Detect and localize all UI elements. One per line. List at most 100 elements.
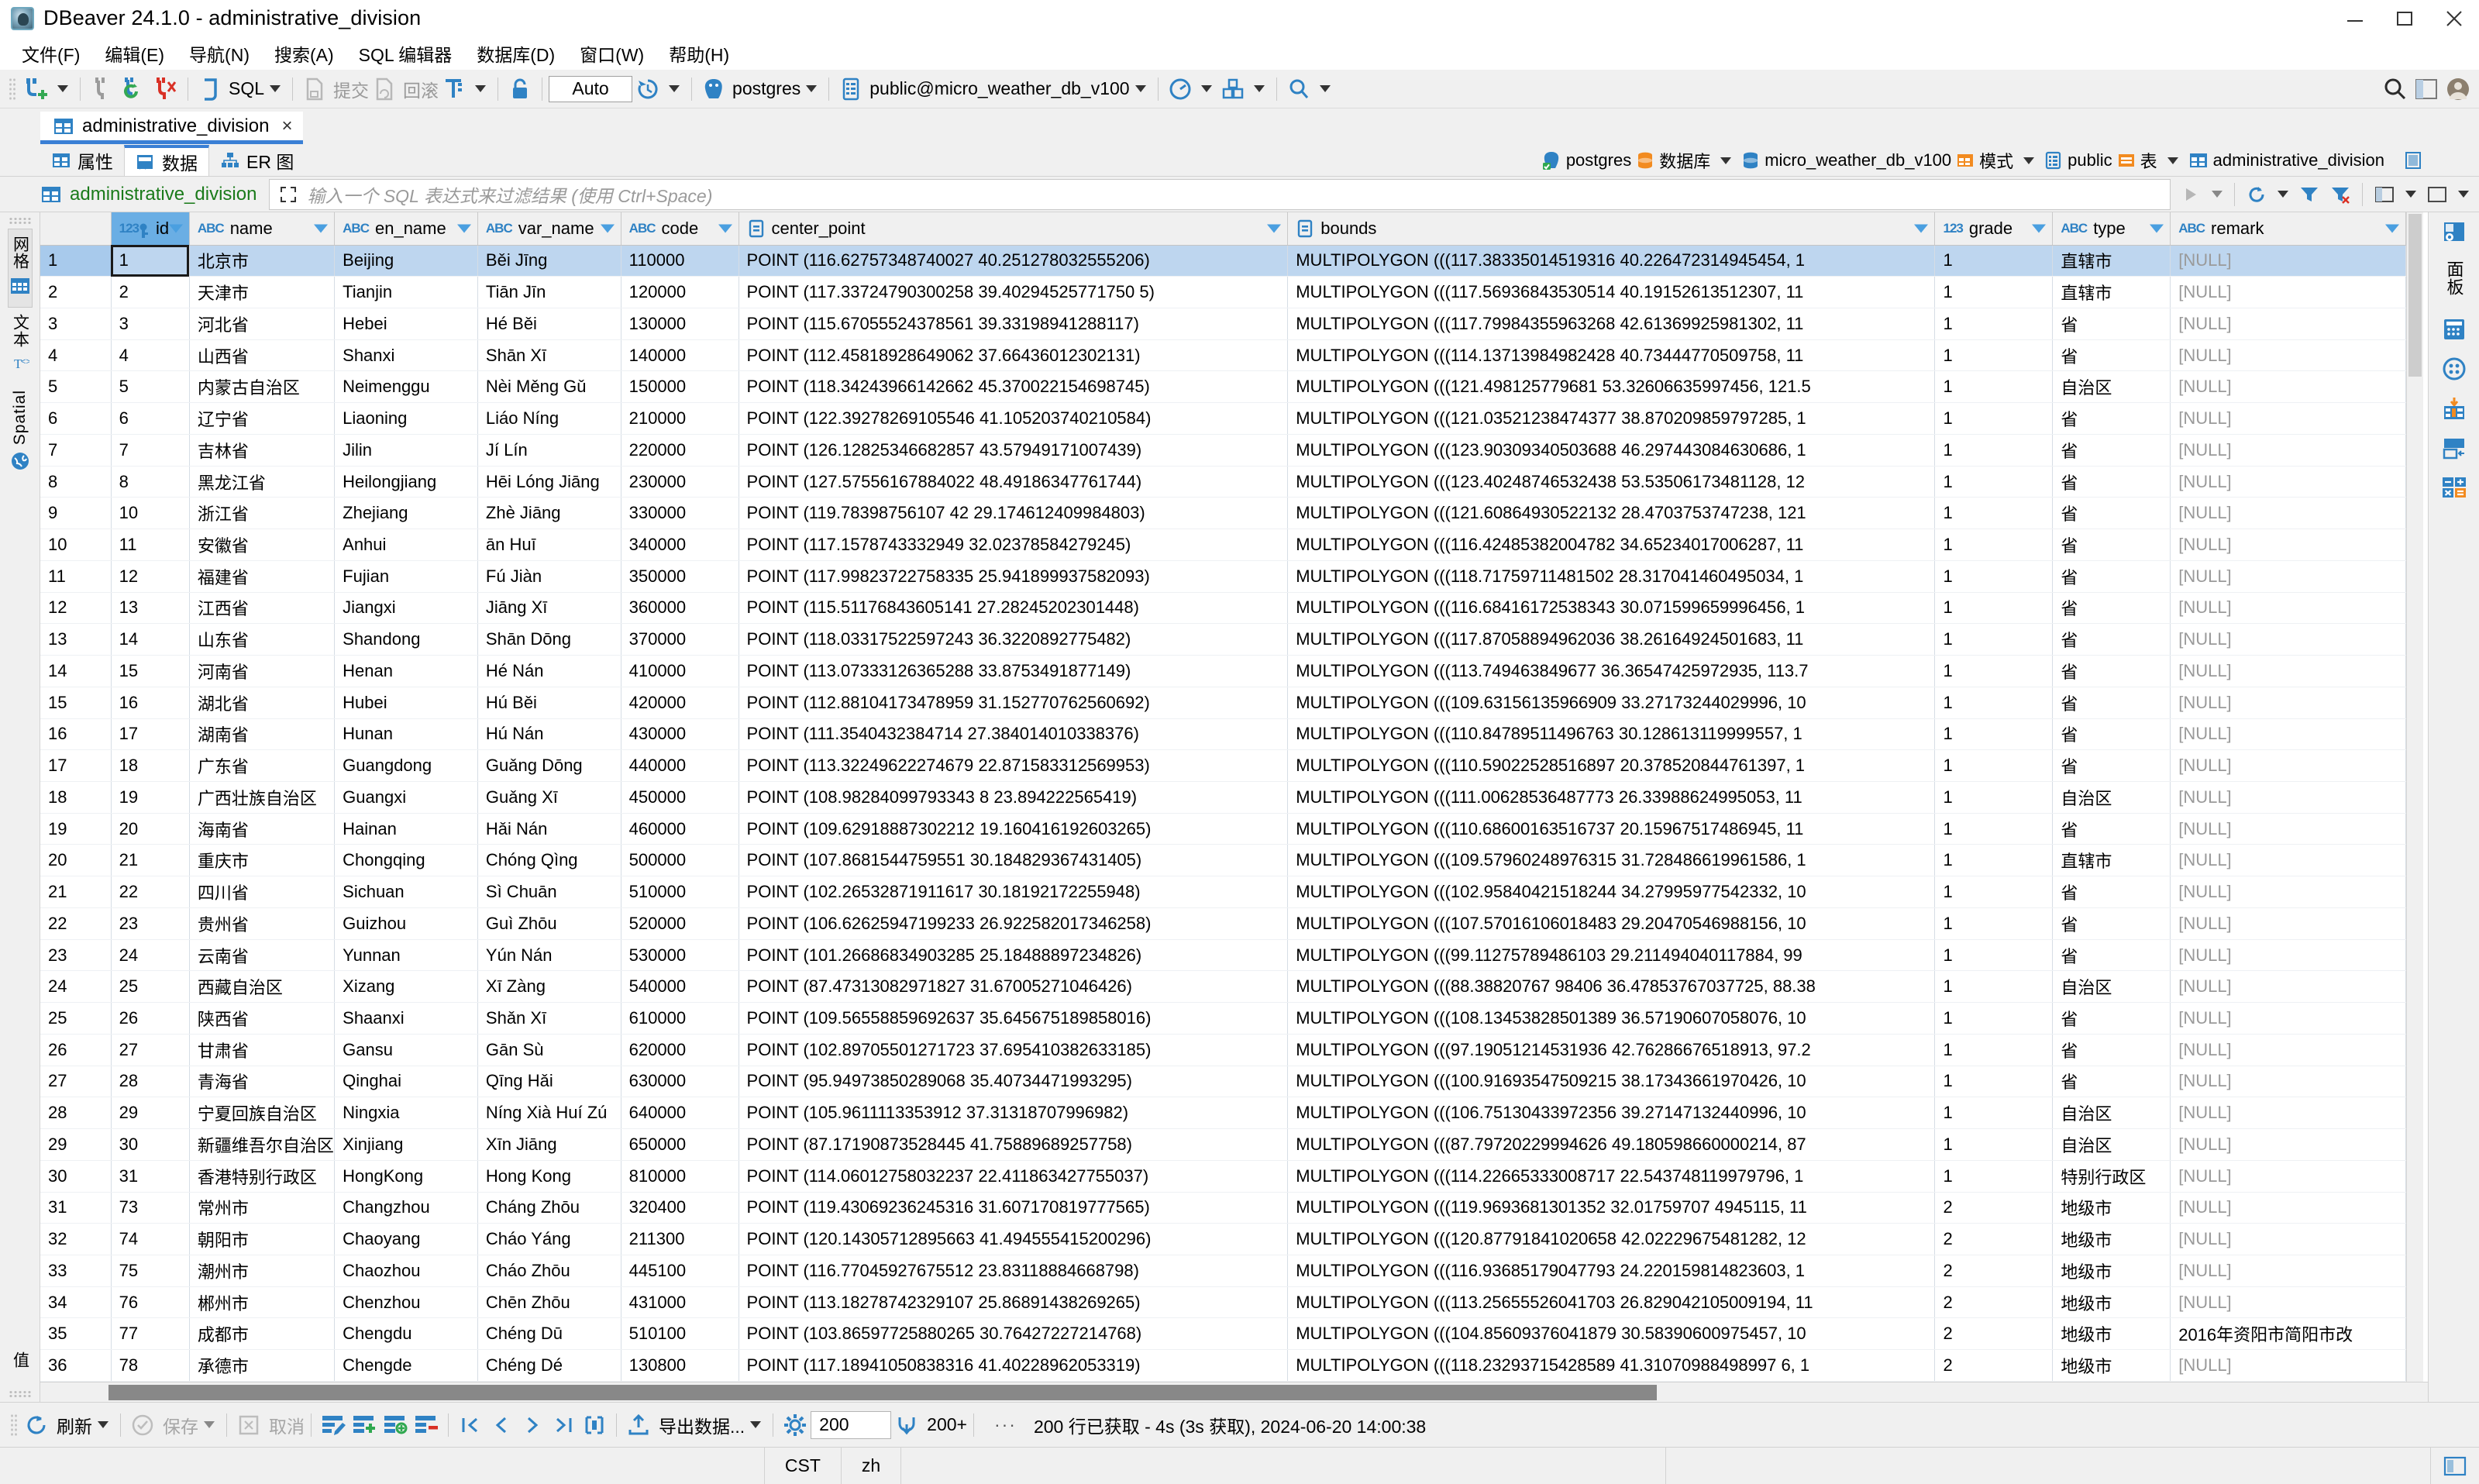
column-header-grade[interactable]: 123 grade [1934,212,2054,246]
cell-var_name[interactable]: Hé Běi [477,308,621,340]
cell-type[interactable]: 直辖市 [2052,245,2171,277]
cell-id[interactable]: 26 [111,1002,190,1035]
cell-bounds[interactable]: MULTIPOLYGON (((118.71759711481502 28.31… [1287,560,1936,593]
cell-center_point[interactable]: POINT (108.98284099793343 8 23.894222565… [739,781,1289,814]
cell-type[interactable]: 省 [2052,1002,2171,1035]
packages-icon[interactable] [1217,74,1248,105]
cell-bounds[interactable]: MULTIPOLYGON (((119.9693681301352 32.017… [1287,1192,1936,1224]
cell-name[interactable]: 重庆市 [189,844,336,877]
breadcrumb-database-dropdown-icon[interactable] [1720,157,1732,164]
cell-center_point[interactable]: POINT (101.26686834903285 25.18488897234… [739,939,1289,972]
cell-type[interactable]: 省 [2052,876,2171,908]
column-sort-icon-center_point[interactable] [1267,224,1282,233]
cell-id[interactable]: 8 [111,466,190,498]
cell-en_name[interactable]: Hunan [334,718,478,751]
table-row[interactable]: 16 17 湖南省 Hunan Hú Nán 430000 POINT (111.35404… [40,718,2406,751]
cell-bounds[interactable]: MULTIPOLYGON (((121.60864930522132 28.47… [1287,497,1936,530]
cell-grade[interactable]: 1 [1934,876,2054,908]
fetch-size-input[interactable]: 200 [811,1410,892,1439]
import-grid-icon[interactable] [2442,397,2467,422]
row-number-cell[interactable]: 30 [40,1160,112,1193]
cell-type[interactable]: 自治区 [2052,370,2171,404]
column-header-var_name[interactable]: ABC var_name [477,212,621,246]
cell-bounds[interactable]: MULTIPOLYGON (((107.57016106018483 29.20… [1287,907,1936,940]
previous-row-icon[interactable] [486,1410,517,1441]
cell-name[interactable]: 北京市 [189,245,336,277]
row-number-cell[interactable]: 19 [40,813,112,845]
refresh-filter-icon[interactable] [2241,179,2272,210]
cell-type[interactable]: 省 [2052,655,2171,687]
table-row[interactable]: 17 18 广东省 Guangdong Guǎng Dōng 440000 POINT (1… [40,749,2406,782]
table-row[interactable]: 11 12 福建省 Fujian Fú Jiàn 350000 POINT (117.998… [40,560,2406,593]
cell-en_name[interactable]: Shanxi [334,339,478,372]
cell-var_name[interactable]: Shān Dōng [477,623,621,656]
cell-en_name[interactable]: Tianjin [334,276,478,308]
cell-name[interactable]: 湖北省 [189,687,336,719]
cell-name[interactable]: 青海省 [189,1066,336,1098]
cell-code[interactable]: 230000 [621,466,739,498]
cell-center_point[interactable]: POINT (112.88104173478959 31.15277076256… [739,687,1289,719]
cell-remark[interactable]: [NULL] [2170,813,2406,845]
cell-en_name[interactable]: Liaoning [334,402,478,435]
cell-id[interactable]: 73 [111,1192,190,1224]
duplicate-row-icon[interactable] [380,1410,411,1441]
cell-var_name[interactable]: Hēi Lóng Jiāng [477,466,621,498]
cell-type[interactable]: 省 [2052,592,2171,625]
cell-grade[interactable]: 1 [1934,1002,2054,1035]
cell-remark[interactable]: [NULL] [2170,245,2406,277]
cell-var_name[interactable]: Cháng Zhōu [477,1192,621,1224]
cell-var_name[interactable]: Chéng Dū [477,1317,621,1351]
cell-var_name[interactable]: Shān Xī [477,339,621,372]
edit-row-icon[interactable] [318,1410,349,1441]
table-row[interactable]: 29 30 新疆维吾尔自治区 Xinjiang Xīn Jiāng 650000 POINT… [40,1128,2406,1161]
cell-id[interactable]: 24 [111,939,190,972]
cell-code[interactable]: 440000 [621,749,739,782]
cell-id[interactable]: 15 [111,655,190,687]
menu-help[interactable]: 帮助(H) [656,37,742,70]
cell-en_name[interactable]: Chaozhou [334,1255,478,1287]
row-number-cell[interactable]: 21 [40,876,112,908]
cell-id[interactable]: 14 [111,623,190,656]
cell-grade[interactable]: 1 [1934,245,2054,277]
cell-bounds[interactable]: MULTIPOLYGON (((100.91693547509215 38.17… [1287,1066,1936,1098]
table-row[interactable]: 21 22 四川省 Sichuan Sì Chuān 510000 POINT (102.2… [40,876,2406,908]
cell-bounds[interactable]: MULTIPOLYGON (((117.87058894962036 38.26… [1287,623,1936,656]
cell-center_point[interactable]: POINT (109.56558859692637 35.64567518985… [739,1002,1289,1035]
cell-id[interactable]: 5 [111,370,190,404]
cell-code[interactable]: 620000 [621,1034,739,1066]
column-sort-icon-code[interactable] [718,224,732,233]
column-sort-icon-grade[interactable] [2032,224,2047,233]
cell-code[interactable]: 500000 [621,844,739,877]
cell-remark[interactable]: [NULL] [2170,529,2406,561]
cell-grade[interactable]: 1 [1934,1128,2054,1161]
table-row[interactable]: 33 75 潮州市 Chaozhou Cháo Zhōu 445100 POINT (116… [40,1255,2406,1287]
cell-bounds[interactable]: MULTIPOLYGON (((114.22665333008717 22.54… [1287,1160,1936,1193]
table-row[interactable]: 31 73 常州市 Changzhou Cháng Zhōu 320400 POINT (1… [40,1192,2406,1224]
tab-data[interactable]: 数据 [124,145,209,176]
cell-var_name[interactable]: Chéng Dé [477,1349,621,1382]
menu-database[interactable]: 数据库(D) [464,37,567,70]
row-number-cell[interactable]: 28 [40,1097,112,1130]
cell-center_point[interactable]: POINT (115.67055524378561 39.33198941288… [739,308,1289,340]
row-number-cell[interactable]: 4 [40,339,112,372]
cell-code[interactable]: 540000 [621,970,739,1004]
cell-name[interactable]: 四川省 [189,876,336,908]
row-number-cell[interactable]: 24 [40,970,112,1004]
cell-code[interactable]: 610000 [621,1002,739,1035]
cell-code[interactable]: 330000 [621,497,739,530]
table-row[interactable]: 14 15 河南省 Henan Hé Nán 410000 POINT (113.07333… [40,655,2406,687]
cell-var_name[interactable]: Chēn Zhōu [477,1286,621,1319]
table-row[interactable]: 36 78 承德市 Chengde Chéng Dé 130800 POINT (117.1… [40,1349,2406,1382]
cell-bounds[interactable]: MULTIPOLYGON (((121.03521238474377 38.87… [1287,402,1936,435]
cell-center_point[interactable]: POINT (112.45818928649062 37.66436012302… [739,339,1289,372]
cell-center_point[interactable]: POINT (95.94973850289068 35.407344719932… [739,1066,1289,1098]
calculator-icon[interactable] [2442,318,2467,341]
cell-bounds[interactable]: MULTIPOLYGON (((110.59022528516897 20.37… [1287,749,1936,782]
cell-name[interactable]: 河北省 [189,308,336,340]
grid-vertical-scrollbar-thumb[interactable] [2408,214,2422,377]
cell-var_name[interactable]: Shǎn Xī [477,1002,621,1035]
cell-grade[interactable]: 2 [1934,1255,2054,1287]
cell-en_name[interactable]: Chenzhou [334,1286,478,1319]
cell-code[interactable]: 320400 [621,1192,739,1224]
cell-var_name[interactable]: Hǎi Nán [477,813,621,845]
